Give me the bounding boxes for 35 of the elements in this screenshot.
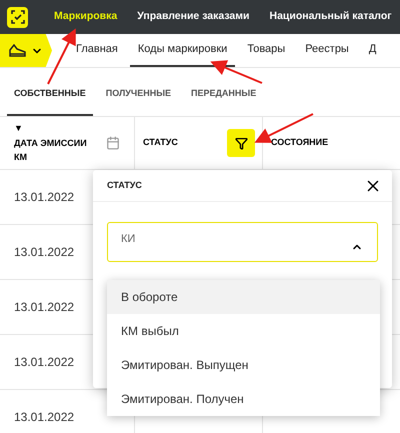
status-select[interactable]: КИ bbox=[107, 222, 378, 262]
dropdown-option[interactable]: В обороте bbox=[107, 280, 380, 314]
top-nav-link[interactable]: Маркировка bbox=[54, 9, 118, 25]
sub-nav-tab[interactable]: Главная bbox=[68, 34, 126, 67]
logo-icon[interactable] bbox=[7, 6, 28, 28]
column-title: ДАТА ЭМИССИИ КМ bbox=[14, 136, 88, 164]
annotation-arrow bbox=[47, 28, 76, 84]
tab[interactable]: ПЕРЕДАННЫЕ bbox=[184, 74, 264, 116]
filter-button[interactable] bbox=[227, 129, 255, 157]
sneaker-icon bbox=[9, 44, 27, 58]
filter-icon bbox=[234, 136, 248, 150]
sub-nav-tab[interactable]: Коды маркировки bbox=[130, 34, 236, 67]
annotation-arrow bbox=[210, 60, 262, 84]
top-nav-link[interactable]: Национальный каталог bbox=[269, 9, 392, 25]
column-title: СТАТУС bbox=[143, 136, 178, 150]
date-cell-text: 13.01.2022 bbox=[14, 354, 74, 371]
date-cell-text: 13.01.2022 bbox=[14, 244, 74, 261]
tab[interactable]: СОБСТВЕННЫЕ bbox=[7, 74, 93, 116]
sub-nav-tab[interactable]: Реестры bbox=[297, 34, 357, 67]
sub-nav-tab[interactable]: Д bbox=[360, 34, 384, 67]
popup-title: СТАТУС bbox=[107, 178, 142, 192]
date-cell-text: 13.01.2022 bbox=[14, 409, 74, 426]
date-cell-text: 13.01.2022 bbox=[14, 189, 74, 206]
date-cell-text: 13.01.2022 bbox=[14, 299, 74, 316]
calendar-icon[interactable] bbox=[106, 136, 120, 150]
top-nav-link[interactable]: Управление заказами bbox=[137, 9, 250, 25]
select-placeholder: КИ bbox=[121, 232, 136, 247]
dropdown-option[interactable]: Эмитирован. Получен bbox=[107, 382, 380, 416]
tab[interactable]: ПОЛУЧЕННЫЕ bbox=[98, 74, 178, 116]
dropdown-option[interactable]: Эмитирован. Выпущен bbox=[107, 348, 380, 382]
dropdown-option[interactable]: КМ выбыл bbox=[107, 314, 380, 348]
sort-indicator[interactable]: ▼ bbox=[14, 122, 94, 136]
column-title: СОСТОЯНИЕ bbox=[271, 136, 328, 150]
product-group-button[interactable] bbox=[0, 34, 52, 67]
sub-nav-tab[interactable]: Товары bbox=[239, 34, 294, 67]
